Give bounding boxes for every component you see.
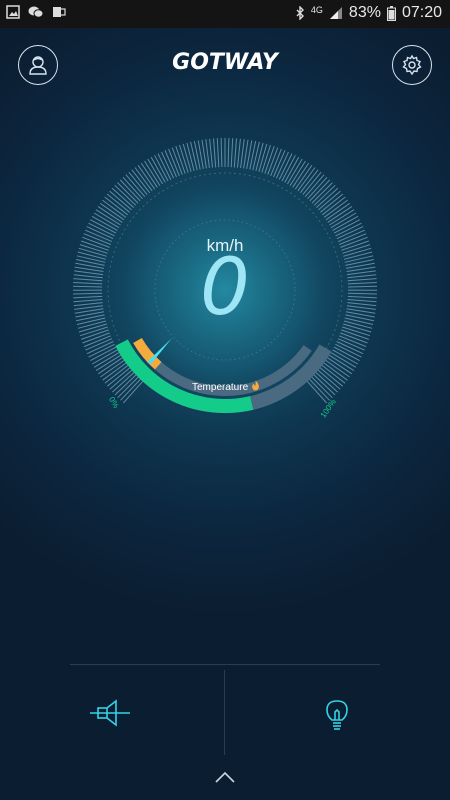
gauge-tick [230, 138, 234, 168]
lightbulb-icon [326, 700, 348, 730]
gauge-tick [91, 215, 118, 231]
gauge-tick [325, 359, 350, 378]
temperature-label-group: Temperature [192, 380, 260, 393]
gauge-tick [205, 139, 210, 169]
gauge-tick [93, 352, 120, 368]
temperature-label: Temperature [192, 382, 249, 393]
horn-button[interactable] [80, 690, 140, 735]
gauge-tick [147, 158, 164, 185]
flame-icon [252, 380, 259, 391]
gauge-tick [325, 202, 351, 221]
gauge-tick [102, 362, 127, 381]
gauge-tick [233, 138, 237, 168]
gauge-tick [140, 162, 158, 188]
speed-value: 0 [200, 243, 250, 333]
gauge-tick [144, 160, 161, 186]
gauge-tick [102, 199, 127, 218]
expand-panel-button[interactable] [213, 770, 237, 789]
chevron-up-icon [215, 771, 235, 783]
gauge-tick [327, 357, 353, 375]
light-button[interactable] [312, 690, 362, 740]
gauge-tick [284, 156, 300, 183]
gauge-tick [209, 138, 213, 168]
gauge-tick [281, 155, 296, 182]
gauge-tick [332, 349, 359, 365]
gauge-tick [294, 165, 313, 190]
gauge-tick [97, 205, 123, 223]
gauge-tick [216, 138, 220, 168]
gauge-tick [252, 141, 260, 171]
gauge-tick [134, 167, 153, 192]
gauge-tick [329, 354, 355, 372]
gauge-tick [100, 359, 125, 378]
gauge-tick [154, 155, 169, 182]
gauge-tick [97, 357, 123, 375]
gauge-tick [323, 362, 348, 381]
gauge-tick [186, 142, 195, 172]
gauge-tick [137, 165, 156, 190]
gauge-tick [240, 139, 245, 169]
gauge-tick [289, 160, 306, 186]
gauge-tick [327, 205, 353, 223]
gauge-tick [95, 209, 121, 226]
gauge-tick [93, 212, 120, 229]
gauge-tick [329, 209, 355, 226]
gauge-tick [190, 141, 198, 171]
gauge-tick [227, 137, 230, 168]
gauge-tick [255, 142, 264, 172]
gauge-tick [323, 199, 348, 218]
gauge-tick [330, 352, 357, 368]
gauge-tick [91, 349, 118, 365]
bottom-center-divider [224, 670, 225, 755]
gauge-tick [332, 215, 359, 231]
gauge-tick [330, 212, 357, 229]
gauge-tick [292, 162, 310, 188]
gauge-tick [213, 138, 217, 168]
bottom-divider [70, 664, 380, 665]
horn-icon [90, 698, 130, 727]
gauge-tick [286, 158, 303, 185]
gauge-tick [99, 202, 125, 221]
gauge-tick [297, 167, 316, 192]
gauge-tick [220, 137, 223, 168]
gauge-tick [95, 354, 121, 372]
gauge-tick [237, 138, 241, 168]
gauge-tick [150, 156, 166, 183]
